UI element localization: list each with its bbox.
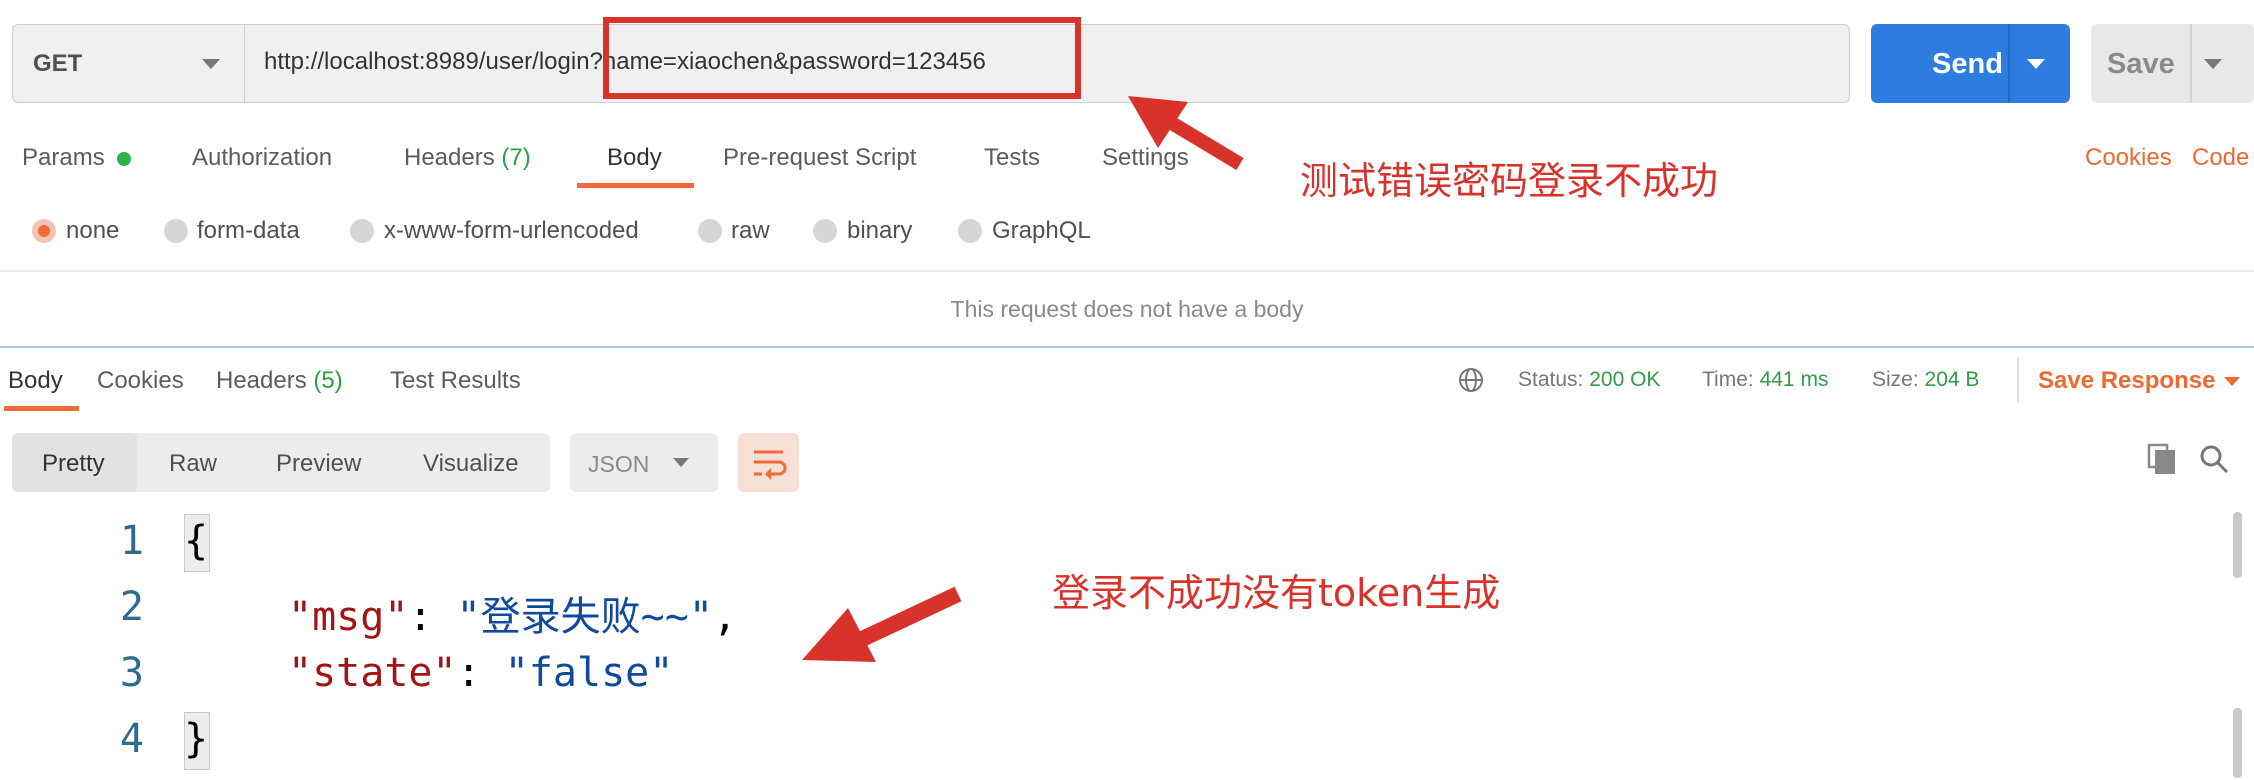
radio-graphql[interactable] — [958, 219, 982, 243]
save-response-button[interactable]: Save Response — [2038, 367, 2215, 395]
view-visualize-button[interactable]: Visualize — [423, 450, 519, 478]
response-divider[interactable] — [0, 346, 2254, 348]
view-pretty-label[interactable]: Pretty — [42, 450, 105, 478]
radio-graphql-label[interactable]: GraphQL — [992, 217, 1091, 245]
save-divider — [2190, 24, 2192, 103]
tab-body[interactable]: Body — [607, 144, 662, 172]
chevron-down-icon[interactable] — [202, 59, 220, 69]
tab-authorization[interactable]: Authorization — [192, 144, 332, 172]
send-options-chevron-icon[interactable] — [2027, 59, 2045, 69]
copy-icon[interactable] — [2147, 443, 2177, 475]
radio-none[interactable] — [32, 219, 56, 243]
chevron-down-icon[interactable] — [2224, 377, 2240, 386]
tab-settings[interactable]: Settings — [1102, 144, 1189, 172]
send-button-label[interactable]: Send — [1905, 48, 2030, 81]
code-link[interactable]: Code — [2192, 144, 2249, 172]
view-raw-button[interactable]: Raw — [169, 450, 217, 478]
empty-body-message: This request does not have a body — [950, 296, 1304, 322]
response-tab-headers[interactable]: Headers (5) — [216, 367, 343, 395]
line-number: 4 — [119, 716, 144, 762]
json-value: "false" — [504, 650, 674, 696]
time-value: 441 ms — [1759, 368, 1829, 391]
save-options-chevron-icon[interactable] — [2204, 59, 2222, 69]
status-value: 200 OK — [1589, 368, 1661, 391]
radio-binary[interactable] — [813, 219, 837, 243]
response-tab-body[interactable]: Body — [8, 367, 63, 395]
tab-params[interactable]: Params — [22, 144, 105, 172]
scrollbar-thumb[interactable] — [2233, 512, 2242, 578]
code-open-brace: { — [184, 518, 209, 564]
response-tab-headers-label: Headers — [216, 367, 307, 394]
radio-x-www-form-urlencoded-label[interactable]: x-www-form-urlencoded — [384, 217, 639, 245]
line-number: 1 — [119, 518, 144, 564]
tab-tests[interactable]: Tests — [984, 144, 1040, 172]
save-button-label[interactable]: Save — [2107, 48, 2175, 81]
size-readout: Size: 204 B — [1872, 368, 1979, 392]
method-label: GET — [33, 50, 83, 77]
json-key: "msg" — [288, 594, 409, 640]
divider — [2017, 358, 2019, 402]
json-trailing-comma: , — [712, 594, 738, 640]
view-preview-button[interactable]: Preview — [276, 450, 361, 478]
json-separator: : — [408, 594, 457, 640]
scrollbar-thumb[interactable] — [2233, 708, 2242, 778]
status-readout: Status: 200 OK — [1518, 368, 1660, 392]
radio-binary-label[interactable]: binary — [847, 217, 912, 245]
tab-headers[interactable]: Headers (7) — [404, 144, 531, 172]
response-tab-test-results[interactable]: Test Results — [390, 367, 521, 395]
wrap-lines-icon — [754, 450, 787, 480]
radio-none-label[interactable]: none — [66, 217, 119, 245]
size-label: Size: — [1872, 368, 1919, 391]
time-readout: Time: 441 ms — [1702, 368, 1828, 392]
tab-pre-request-script[interactable]: Pre-request Script — [723, 144, 916, 172]
code-line-msg: "msg": "登录失败~~", — [288, 584, 737, 642]
divider — [0, 270, 2254, 272]
chevron-down-icon[interactable] — [673, 458, 689, 467]
response-tab-cookies[interactable]: Cookies — [97, 367, 184, 395]
active-tab-indicator — [577, 183, 694, 188]
active-response-tab-indicator — [4, 406, 79, 411]
code-line-state: "state": "false" — [288, 650, 673, 696]
size-value: 204 B — [1924, 368, 1980, 391]
wrap-lines-button[interactable] — [738, 433, 799, 492]
annotation-arrow-icon — [802, 586, 962, 662]
line-number: 3 — [119, 650, 144, 696]
format-select-label[interactable]: JSON — [588, 451, 649, 478]
tab-headers-count: (7) — [501, 144, 531, 171]
send-divider — [2008, 24, 2010, 103]
json-key: "state" — [288, 650, 457, 696]
time-label: Time: — [1702, 368, 1754, 391]
code-close-brace: } — [184, 716, 209, 762]
annotation-highlight-box — [603, 17, 1081, 99]
radio-form-data[interactable] — [164, 219, 188, 243]
search-icon[interactable] — [2198, 443, 2230, 475]
response-tab-headers-count: (5) — [313, 367, 343, 394]
line-number: 2 — [119, 584, 144, 630]
annotation-top-note: 测试错误密码登录不成功 — [1300, 159, 1719, 203]
status-label: Status: — [1518, 368, 1584, 391]
radio-x-www-form-urlencoded[interactable] — [350, 219, 374, 243]
tab-headers-label: Headers — [404, 144, 495, 171]
radio-raw-label[interactable]: raw — [731, 217, 770, 245]
params-status-dot — [117, 152, 131, 166]
radio-form-data-label[interactable]: form-data — [197, 217, 300, 245]
json-value: "登录失败~~" — [456, 594, 713, 640]
json-separator: : — [456, 650, 505, 696]
cookies-link[interactable]: Cookies — [2085, 144, 2172, 172]
globe-icon[interactable] — [1457, 366, 1485, 394]
annotation-bottom-note: 登录不成功没有token生成 — [1052, 571, 1501, 615]
radio-raw[interactable] — [698, 219, 722, 243]
